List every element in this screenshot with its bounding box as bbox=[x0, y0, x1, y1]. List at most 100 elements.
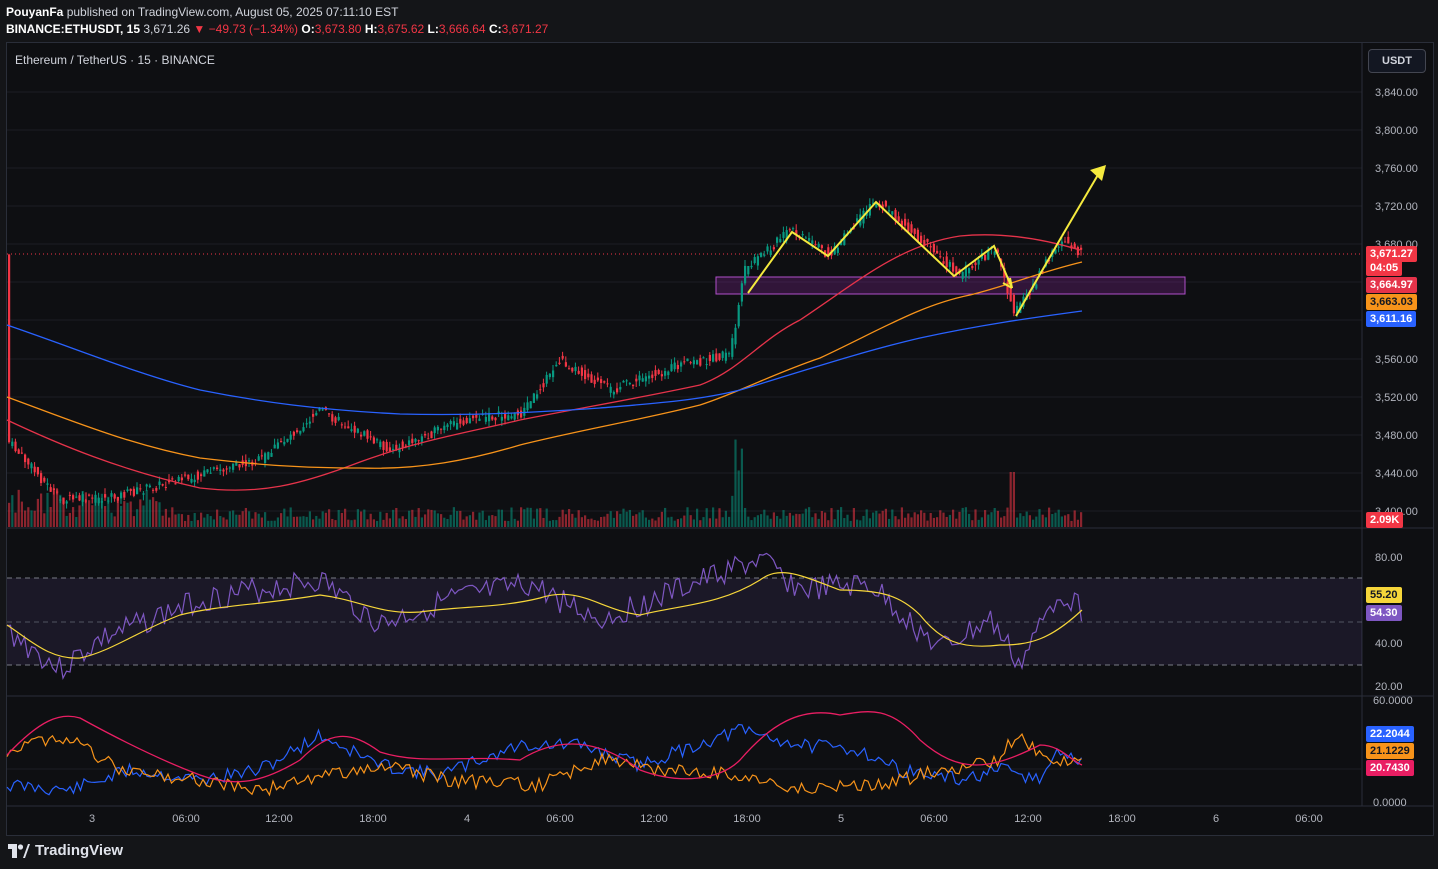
volume-bar bbox=[993, 508, 996, 527]
candle-body bbox=[142, 493, 145, 495]
candle-body bbox=[571, 367, 574, 372]
volume-bar bbox=[686, 507, 689, 527]
candle-body bbox=[606, 383, 609, 385]
candle-body bbox=[603, 381, 606, 383]
candle-body bbox=[107, 500, 110, 502]
volume-bar bbox=[756, 515, 759, 527]
chart-canvas[interactable]: 3,840.003,800.003,760.003,720.003,680.00… bbox=[0, 0, 1438, 836]
candle-body bbox=[769, 250, 772, 255]
candle-body bbox=[296, 430, 299, 433]
volume-bar bbox=[11, 495, 14, 527]
volume-bar bbox=[769, 518, 772, 527]
volume-bar bbox=[635, 514, 638, 527]
candle-body bbox=[440, 428, 443, 430]
volume-bar bbox=[340, 512, 343, 527]
volume-bar bbox=[936, 517, 939, 527]
volume-bar bbox=[718, 508, 721, 527]
volume-bar bbox=[302, 516, 305, 527]
candle-body bbox=[36, 467, 39, 475]
volume-bar bbox=[1016, 517, 1019, 527]
candle-body bbox=[494, 417, 497, 421]
candle-body bbox=[187, 474, 190, 480]
candle-body bbox=[145, 484, 148, 487]
volume-bar bbox=[132, 516, 135, 527]
candle-body bbox=[436, 426, 439, 431]
volume-bar bbox=[494, 516, 497, 527]
volume-bar bbox=[75, 516, 78, 527]
volume-bar bbox=[232, 510, 235, 527]
volume-bar bbox=[1054, 512, 1057, 527]
candle-body bbox=[510, 416, 513, 419]
volume-bar bbox=[1080, 512, 1083, 527]
candle-body bbox=[350, 429, 353, 431]
candle-body bbox=[891, 211, 894, 215]
candle-body bbox=[811, 240, 814, 244]
chart-legend: Ethereum / TetherUS · 15 · BINANCE bbox=[15, 53, 215, 67]
candle-body bbox=[84, 500, 87, 502]
candle-body bbox=[520, 410, 523, 418]
demand-zone-box[interactable] bbox=[715, 276, 1186, 295]
candle-body bbox=[260, 455, 263, 457]
candle-body bbox=[708, 354, 711, 361]
dmi-axis-label: 0.0000 bbox=[1373, 797, 1407, 809]
candle-body bbox=[430, 431, 433, 439]
candle-body bbox=[593, 379, 596, 385]
candle-body bbox=[539, 389, 542, 391]
candle-body bbox=[478, 418, 481, 421]
candle-body bbox=[600, 379, 603, 383]
volume-bar bbox=[792, 515, 795, 527]
volume-bar bbox=[161, 515, 164, 527]
candle-body bbox=[968, 268, 971, 274]
candle-body bbox=[379, 441, 382, 448]
volume-bar bbox=[750, 520, 753, 527]
candle-body bbox=[676, 365, 679, 370]
volume-bar bbox=[433, 510, 436, 527]
volume-bar bbox=[632, 515, 635, 527]
volume-bar bbox=[1019, 513, 1022, 527]
volume-bar bbox=[334, 520, 337, 527]
volume-bar bbox=[308, 511, 311, 527]
volume-bar bbox=[206, 514, 209, 527]
candle-body bbox=[904, 218, 907, 226]
projection-arrow[interactable] bbox=[1061, 167, 1103, 237]
volume-bar bbox=[88, 500, 91, 527]
candle-body bbox=[545, 374, 548, 384]
volume-bar bbox=[1051, 514, 1054, 527]
volume-bar bbox=[289, 507, 292, 527]
volume-bar bbox=[504, 520, 507, 527]
candle-body bbox=[468, 418, 471, 424]
candle-body bbox=[696, 360, 699, 365]
volume-bar bbox=[852, 508, 855, 527]
currency-button[interactable]: USDT bbox=[1368, 49, 1426, 73]
candle-body bbox=[17, 449, 20, 454]
candle-body bbox=[248, 460, 251, 462]
volume-bar bbox=[945, 516, 948, 527]
price-axis-label: 3,760.00 bbox=[1375, 163, 1418, 175]
volume-bar bbox=[49, 506, 52, 527]
candle-body bbox=[801, 234, 804, 236]
volume-bar bbox=[875, 510, 878, 527]
rsi-axis[interactable]: 80.00 40.00 20.00 bbox=[1375, 552, 1403, 693]
volume-bar bbox=[136, 509, 139, 527]
volume-bar bbox=[776, 516, 779, 527]
candle-body bbox=[836, 247, 839, 253]
volume-bar bbox=[552, 520, 555, 527]
volume-bar bbox=[753, 517, 756, 527]
candle-body bbox=[113, 494, 116, 499]
time-axis-label: 6 bbox=[1213, 813, 1219, 825]
volume-bar bbox=[660, 511, 663, 527]
wave-annotation-2[interactable] bbox=[1015, 235, 1063, 317]
candle-body bbox=[360, 434, 363, 437]
candle-body bbox=[97, 498, 100, 504]
volume-bar bbox=[145, 489, 148, 527]
tradingview-logo[interactable]: TradingView bbox=[8, 842, 123, 859]
candle-body bbox=[331, 414, 334, 422]
volume-bar bbox=[916, 514, 919, 527]
volume-bar bbox=[856, 519, 859, 527]
candle-body bbox=[507, 415, 510, 421]
time-axis[interactable]: 3 06:00 12:00 18:00 4 06:00 12:00 18:00 5 06:00 12… bbox=[89, 813, 1323, 825]
volume-bar bbox=[929, 512, 932, 527]
volume-bar bbox=[1048, 507, 1051, 527]
volume-bar bbox=[273, 520, 276, 527]
candle-body bbox=[353, 425, 356, 433]
